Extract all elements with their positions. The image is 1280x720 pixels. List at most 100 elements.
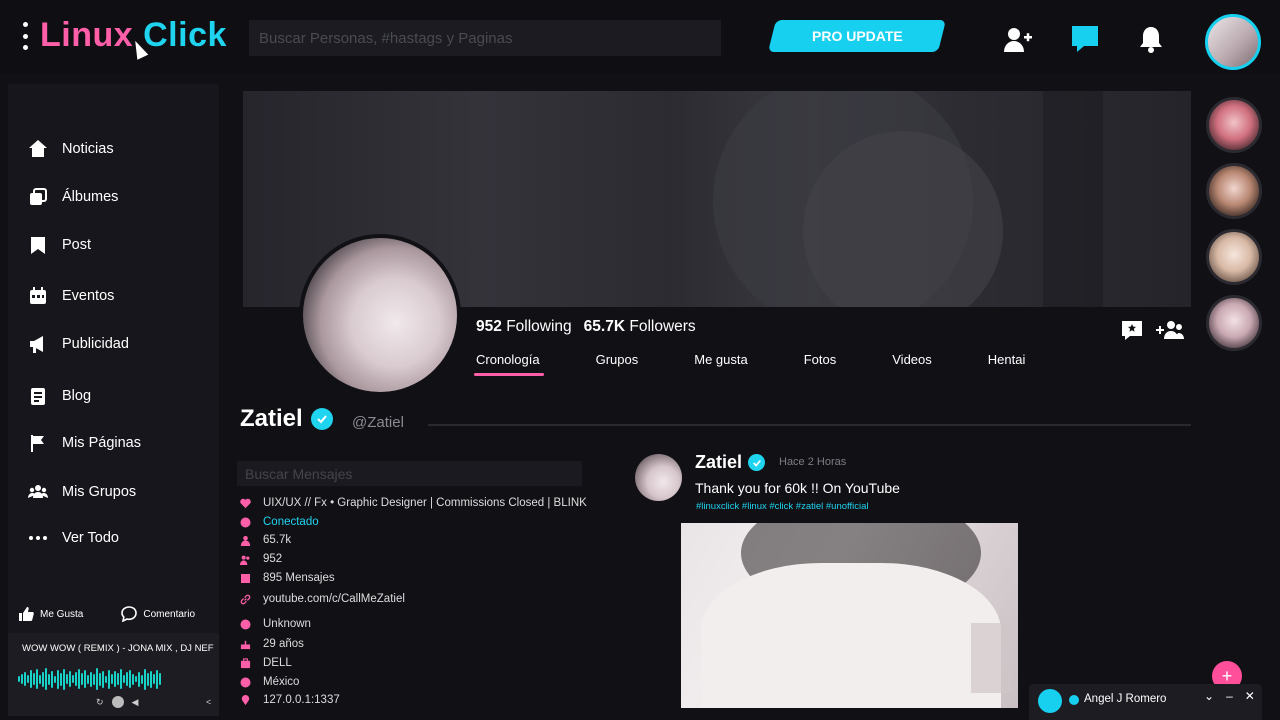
verified-icon (310, 408, 333, 430)
profile-tabs: Cronología Grupos Me gusta Fotos Videos … (474, 352, 1081, 376)
online-status-icon (1069, 695, 1079, 705)
location-icon (240, 677, 251, 688)
waveform[interactable] (18, 667, 161, 691)
messages-count-icon (240, 573, 251, 584)
messages-icon[interactable] (1070, 24, 1100, 54)
followers-count: 65.7K (583, 318, 626, 335)
story-avatar[interactable] (1206, 229, 1262, 285)
tab-videos[interactable]: Videos (892, 352, 932, 367)
info-messages: 895 Mensajes (263, 572, 335, 584)
tab-me-gusta[interactable]: Me gusta (694, 352, 747, 367)
info-following: 952 (263, 553, 283, 565)
story-avatar[interactable] (1206, 163, 1262, 219)
stories-column (1206, 97, 1262, 351)
tab-fotos[interactable]: Fotos (804, 352, 837, 367)
bell-icon[interactable] (1136, 24, 1166, 54)
info-item: UIX/UX // Fx • Graphic Designer | Commis… (240, 497, 587, 509)
comment-icon (121, 606, 138, 622)
sidebar-item-noticias[interactable]: Noticias (28, 139, 114, 159)
like-label: Me Gusta (40, 608, 84, 620)
sidebar-item-post[interactable]: Post (28, 235, 91, 255)
music-player: WOW WOW ( REMIX ) - JONA MIX , DJ NEF ↻ … (8, 633, 219, 716)
info-work: DELL (263, 657, 292, 669)
info-item: 127.0.0.1:1337 (240, 694, 340, 706)
story-avatar[interactable] (1206, 97, 1262, 153)
add-friend-icon[interactable] (1002, 25, 1032, 55)
sidebar-item-blog[interactable]: Blog (28, 386, 91, 406)
info-item: Unknown (240, 618, 311, 630)
sidebar-item-mis-grupos[interactable]: Mis Grupos (28, 482, 136, 502)
tab-hentai[interactable]: Hentai (988, 352, 1026, 367)
chat-controls: ⌄ – ✕ (1204, 689, 1255, 703)
online-icon (240, 517, 251, 528)
following-stat[interactable]: 952 Following (476, 318, 572, 336)
close-icon[interactable]: ✕ (1245, 689, 1255, 703)
flag-icon (31, 435, 44, 452)
sidebar-item-label: Álbumes (62, 189, 119, 205)
replay-icon[interactable]: ↻ (96, 697, 104, 708)
post-author-avatar[interactable] (635, 454, 682, 501)
profile-actions (1120, 318, 1184, 342)
top-bar: Linux Click PRO UPDATE (0, 0, 1280, 74)
pro-update-button[interactable]: PRO UPDATE (768, 20, 946, 52)
sidebar-item-ver-todo[interactable]: Ver Todo (28, 528, 119, 548)
info-item: Conectado (240, 516, 319, 528)
chat-bar[interactable]: Angel J Romero ⌄ – ✕ (1029, 684, 1262, 720)
info-item: 65.7k (240, 534, 291, 546)
sidebar-item-mis-paginas[interactable]: Mis Páginas (28, 433, 141, 453)
sidebar-item-label: Eventos (62, 288, 115, 304)
pause-button[interactable] (111, 696, 124, 708)
followers-icon (240, 535, 251, 546)
followers-stat[interactable]: 65.7K Followers (584, 318, 696, 336)
volume-icon[interactable]: ◀ (132, 697, 139, 708)
sidebar-item-eventos[interactable]: Eventos (28, 286, 114, 306)
add-group-icon[interactable] (1156, 318, 1184, 342)
albums-icon (30, 188, 47, 205)
post-text: Thank you for 60k !! On YouTube (695, 480, 900, 496)
chat-contact-name[interactable]: Angel J Romero (1084, 693, 1166, 705)
message-user-icon[interactable] (1120, 318, 1144, 342)
post-hashtags[interactable]: #linuxclick #linux #click #zatiel #unoff… (696, 501, 869, 512)
following-label: Following (506, 318, 572, 335)
profile-name-text: Zatiel (240, 405, 303, 432)
home-icon (29, 140, 47, 157)
comment-button[interactable]: Comentario (121, 606, 195, 622)
info-gender: Unknown (263, 618, 311, 630)
calendar-icon (30, 287, 46, 304)
sidebar-actions: Me Gusta Comentario (18, 606, 195, 622)
tab-cronologia[interactable]: Cronología (474, 352, 544, 376)
chat-avatar[interactable] (1038, 689, 1062, 713)
sidebar-item-publicidad[interactable]: Publicidad (28, 334, 129, 354)
info-bio: UIX/UX // Fx • Graphic Designer | Commis… (263, 497, 587, 509)
birthday-icon (240, 639, 251, 650)
post-author[interactable]: Zatiel (695, 452, 766, 473)
sidebar-item-label: Noticias (62, 141, 114, 157)
logo-part-2: Click (143, 16, 227, 54)
info-item: 952 (240, 553, 282, 565)
comment-label: Comentario (143, 608, 196, 620)
sidebar-item-label: Mis Grupos (62, 484, 137, 500)
blog-icon (31, 388, 45, 405)
info-ip: 127.0.0.1:1337 (263, 694, 340, 706)
profile-picture[interactable] (299, 234, 461, 396)
info-location: México (263, 676, 300, 688)
share-icon[interactable]: < (206, 697, 211, 707)
post-image[interactable] (681, 523, 1018, 708)
tab-grupos[interactable]: Grupos (596, 352, 639, 367)
like-button[interactable]: Me Gusta (18, 606, 83, 622)
minimize-icon[interactable]: – (1226, 689, 1233, 703)
heart-icon (240, 498, 251, 509)
thumbs-up-icon (19, 607, 34, 621)
info-link[interactable]: youtube.com/c/CallMeZatiel (263, 593, 405, 605)
sidebar-item-albumes[interactable]: Álbumes (28, 187, 118, 207)
megaphone-icon (30, 336, 43, 353)
sidebar-item-label: Mis Páginas (62, 435, 141, 451)
user-avatar[interactable] (1205, 14, 1261, 70)
search-messages-input[interactable] (237, 461, 582, 486)
menu-icon[interactable] (20, 22, 30, 50)
story-avatar[interactable] (1206, 295, 1262, 351)
sidebar-item-label: Publicidad (62, 336, 129, 352)
search-input[interactable] (249, 20, 721, 56)
chevron-down-icon[interactable]: ⌄ (1204, 689, 1214, 703)
sidebar-item-label: Blog (62, 388, 92, 404)
